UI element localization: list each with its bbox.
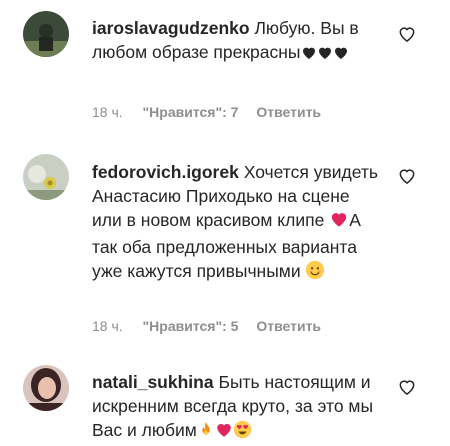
avatar-photo-icon [23, 365, 69, 411]
avatar-photo-icon [23, 154, 69, 200]
comment-meta: 18 ч. "Нравится": 5 Ответить [92, 318, 321, 334]
fire-icon [197, 420, 215, 445]
comment-username[interactable]: natali_sukhina [92, 372, 214, 392]
avatar[interactable] [23, 365, 69, 411]
like-heart-icon[interactable] [397, 166, 417, 186]
comment-likes[interactable]: "Нравится": 7 [143, 104, 239, 120]
avatar[interactable] [23, 154, 69, 200]
reply-button[interactable]: Ответить [256, 104, 321, 120]
black-heart-icon [317, 43, 333, 67]
like-heart-icon[interactable] [397, 377, 417, 397]
red-heart-icon [329, 210, 349, 235]
comment-body: fedorovich.igorek Хочется увидеть Анаста… [92, 160, 382, 286]
black-heart-icon [333, 43, 349, 67]
avatar-photo-icon [23, 11, 69, 57]
comment-likes[interactable]: "Нравится": 5 [143, 318, 239, 334]
comment-meta: 18 ч. "Нравится": 7 Ответить [92, 104, 321, 120]
comment-username[interactable]: fedorovich.igorek [92, 162, 239, 182]
smiling-face-icon [305, 260, 325, 286]
comment-username[interactable]: iaroslavagudzenko [92, 18, 250, 38]
avatar[interactable] [23, 11, 69, 57]
red-heart-icon [215, 421, 233, 445]
reply-button[interactable]: Ответить [256, 318, 321, 334]
black-heart-icon [301, 43, 317, 67]
comment-time[interactable]: 18 ч. [92, 318, 123, 334]
comment-body: iaroslavagudzenko Любую. Вы в любом обра… [92, 16, 392, 67]
comments-list: iaroslavagudzenko Любую. Вы в любом обра… [0, 0, 450, 446]
comment-body: natali_sukhina Быть настоящим и искренни… [92, 370, 388, 445]
comment-time[interactable]: 18 ч. [92, 104, 123, 120]
like-heart-icon[interactable] [397, 24, 417, 44]
heart-eyes-icon [233, 420, 252, 445]
